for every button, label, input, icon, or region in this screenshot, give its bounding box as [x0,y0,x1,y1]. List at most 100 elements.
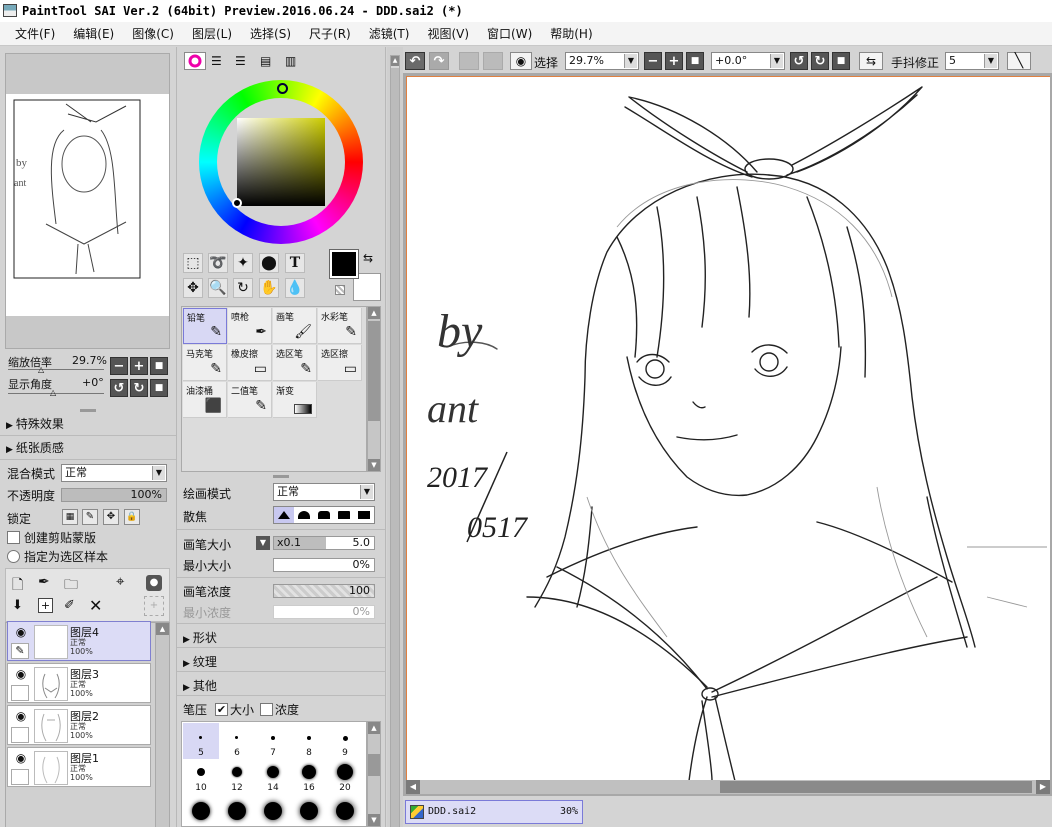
hsv-slider-tab[interactable]: ☰ [235,54,246,68]
scroll-up-icon[interactable]: ▲ [156,623,169,635]
panel-v-scrollbar[interactable]: ▲ [390,55,400,827]
brush-size-slider[interactable]: x0.1 5.0 [273,536,375,550]
rotate-icon[interactable]: ↻ [233,278,253,298]
straight-line-icon[interactable]: ╲ [1007,52,1031,70]
menu-edit[interactable]: 编辑(E) [64,22,123,46]
brush-binary-pen[interactable]: 二值笔 ✎ [228,382,272,418]
size-dot[interactable] [232,767,242,777]
color-wheel-tab[interactable] [184,52,206,70]
scroll-down-icon[interactable]: ▼ [368,814,380,826]
lasso-icon[interactable]: ➰ [208,253,228,273]
edit-pen-icon[interactable]: ✎ [11,643,29,659]
scroll-up-icon[interactable]: ▲ [391,56,399,66]
edge-hardness-selector[interactable] [273,506,375,524]
menu-ruler[interactable]: 尺子(R) [300,22,360,46]
visibility-eye-icon[interactable]: ◉ [11,709,31,723]
panel-splitter[interactable] [273,475,289,478]
brush-airbrush[interactable]: 喷枪 ✒ [228,308,272,344]
draw-mode-select[interactable]: 正常 ▼ [273,483,375,501]
rotate-reset-button[interactable]: ■ [150,379,168,397]
layer-list-scrollbar[interactable]: ▲ ▼ [155,623,169,827]
redo-button[interactable]: ↷ [429,52,449,70]
size-dot[interactable] [337,764,353,780]
brush-eraser[interactable]: 橡皮擦 ▭ [228,345,272,381]
visibility-eye-icon[interactable]: ◉ [11,751,31,765]
rotate-ccw-button[interactable]: ↺ [110,379,128,397]
brush-pencil[interactable]: 铅笔 ✎ [183,308,227,344]
brush-select-eraser[interactable]: 选区擦 ▭ [318,345,362,381]
panel-splitter[interactable] [80,409,96,412]
size-dot[interactable] [300,802,318,820]
scroll-left-icon[interactable]: ◀ [406,780,420,794]
merge-down-icon[interactable]: + [38,598,53,613]
size-dot[interactable] [264,802,282,820]
selection-sample-option[interactable]: 指定为选区样本 [7,548,108,565]
lock-paint-icon[interactable]: ✎ [82,509,98,525]
scroll-up-icon[interactable]: ▲ [368,722,380,734]
rotate-cw-button[interactable]: ↻ [130,379,148,397]
lock-move-icon[interactable]: ✥ [103,509,119,525]
eyedropper-icon[interactable]: 💧 [285,278,305,298]
size-dot[interactable] [336,802,354,820]
menu-layer[interactable]: 图层(L) [183,22,241,46]
color-wheel[interactable] [199,80,363,244]
layer-item-4[interactable]: ◉ ✎ 图层4 正常 100% [7,621,151,661]
hand-icon[interactable]: ✋ [259,278,279,298]
hardness-4[interactable] [334,507,354,523]
layer-lock-checkbox[interactable] [11,727,29,743]
swatch-tab[interactable]: ▤ [260,54,271,68]
size-dot[interactable] [228,802,246,820]
opacity-slider[interactable]: 100% [61,488,167,502]
text-tool-icon[interactable]: T [285,253,305,273]
canvas-zoom-reset-button[interactable]: ■ [686,52,704,70]
zoom-icon[interactable]: 🔍 [208,278,228,298]
texture-section[interactable]: ▶ 纹理 [183,653,217,670]
menu-image[interactable]: 图像(C) [123,22,183,46]
lock-all-icon[interactable]: 🔒 [124,509,140,525]
clip-mask-checkbox[interactable] [7,531,20,544]
rgb-slider-tab[interactable]: ☰ [211,54,222,68]
lock-transparency-icon[interactable]: ▦ [62,509,78,525]
scratchpad-tab[interactable]: ▥ [285,54,296,68]
hue-picker[interactable] [277,83,288,94]
menu-window[interactable]: 窗口(W) [478,22,541,46]
zoom-in-button[interactable]: + [130,357,148,375]
swap-colors-icon[interactable]: ⇆ [363,251,373,265]
new-pen-layer-icon[interactable]: ✒ [38,574,50,590]
visibility-eye-icon[interactable]: ◉ [11,667,31,681]
scroll-right-icon[interactable]: ▶ [1036,780,1050,794]
shape-section[interactable]: ▶ 形状 [183,629,217,646]
pressure-size-checkbox[interactable]: ✔ [215,703,229,716]
layer-item-1[interactable]: ◉ 图层1 正常 100% [7,747,151,787]
size-grid-scrollbar[interactable]: ▲ ▼ [367,721,381,827]
invert-selection-button[interactable] [483,52,503,70]
menu-filter[interactable]: 滤镜(T) [360,22,419,46]
canvas-rotate-reset-button[interactable]: ■ [832,52,850,70]
size-dot[interactable] [271,736,275,740]
effects-section[interactable]: ▶ 特殊效果 [6,415,64,432]
menu-file[interactable]: 文件(F) [6,22,64,46]
menu-select[interactable]: 选择(S) [241,22,300,46]
scroll-thumb[interactable] [368,754,380,776]
visibility-eye-icon[interactable]: ◉ [11,625,31,639]
brush-bucket[interactable]: 油漆桶 ⬛ [183,382,227,418]
size-dot[interactable] [192,802,210,820]
size-range-dropdown[interactable]: ▼ [256,536,270,550]
brush-scrollbar[interactable]: ▲ ▼ [367,306,381,472]
scroll-thumb[interactable] [391,68,399,827]
size-dot[interactable] [343,736,348,741]
size-dot[interactable] [199,736,202,739]
canvas-rotate-ccw-button[interactable]: ↺ [790,52,808,70]
mask-icon[interactable]: ● [146,575,162,591]
canvas-zoom-select[interactable]: 29.7% ▼ [565,52,639,70]
pressure-density-checkbox[interactable] [260,703,274,716]
zoom-slider-thumb[interactable]: △ [38,365,44,374]
apply-mask-icon[interactable]: + [144,596,164,616]
eye-icon[interactable]: ◉ [510,52,532,70]
sv-picker[interactable] [232,198,242,208]
canvas-rotate-cw-button[interactable]: ↻ [811,52,829,70]
layer-item-2[interactable]: ◉ 图层2 正常 100% [7,705,151,745]
brush-gradient[interactable]: 渐变 [273,382,317,418]
stabilizer-select[interactable]: 5 ▼ [945,52,999,70]
zoom-slider-track[interactable] [8,369,104,370]
